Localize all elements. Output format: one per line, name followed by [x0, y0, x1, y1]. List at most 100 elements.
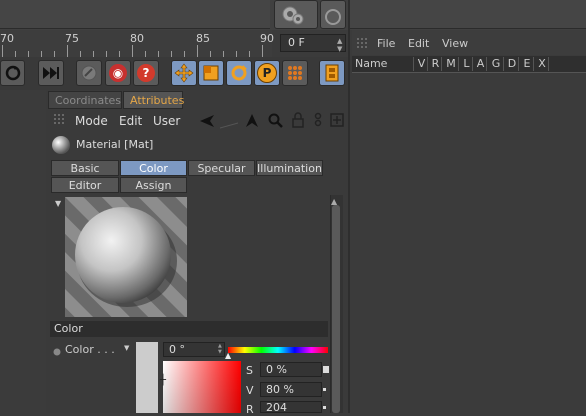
- menu-edit[interactable]: Edit: [119, 114, 142, 128]
- column-e[interactable]: E: [521, 57, 534, 71]
- scale-icon: [203, 65, 219, 81]
- column-a[interactable]: A: [475, 57, 487, 71]
- timeline-tick: [197, 45, 198, 57]
- s-label: S: [246, 364, 253, 377]
- lock-icon[interactable]: [291, 112, 305, 131]
- tick-label: 80: [130, 32, 144, 45]
- editor-button[interactable]: Editor: [51, 177, 119, 193]
- gears-icon: [282, 6, 304, 25]
- goto-end-icon: [43, 67, 59, 79]
- manager-menu-view[interactable]: View: [442, 37, 468, 50]
- r-field[interactable]: 204: [260, 401, 322, 413]
- layout-refresh-button[interactable]: [320, 0, 346, 29]
- tick-label: 75: [65, 32, 79, 45]
- timeline-tick: [262, 45, 263, 57]
- illumination-button[interactable]: Illumination: [256, 160, 323, 176]
- loop-icon: [5, 65, 20, 81]
- goto-end-button[interactable]: [38, 60, 64, 86]
- column-m[interactable]: M: [444, 57, 459, 71]
- left-side-panel: [0, 90, 47, 413]
- panel-divider[interactable]: [348, 0, 350, 413]
- hue-stepper-icon[interactable]: ▲ ▼: [218, 343, 222, 355]
- color-mode-arrow-icon[interactable]: ▼: [124, 344, 129, 352]
- render-view-button[interactable]: [319, 60, 345, 86]
- autokey-button[interactable]: ◉: [105, 60, 131, 86]
- link-icon[interactable]: [313, 112, 323, 131]
- column-v[interactable]: V: [416, 57, 428, 71]
- scale-tool-button[interactable]: [198, 60, 224, 86]
- grip-icon[interactable]: [53, 113, 67, 130]
- timeline-tick: [67, 45, 68, 57]
- column-d[interactable]: D: [506, 57, 519, 71]
- material-title: Material [Mat]: [76, 138, 154, 151]
- picker-crosshair-icon[interactable]: ┼: [160, 375, 166, 386]
- record-disabled-button[interactable]: [76, 60, 102, 86]
- basic-button[interactable]: Basic: [51, 160, 119, 176]
- tab-coordinates[interactable]: Coordinates: [48, 91, 122, 109]
- tick-label: 85: [196, 32, 210, 45]
- points-mode-button[interactable]: [282, 60, 308, 86]
- rotate-tool-button[interactable]: [226, 60, 252, 86]
- new-panel-icon[interactable]: [330, 113, 344, 130]
- animation-dot-icon[interactable]: [53, 346, 61, 359]
- column-g[interactable]: G: [489, 57, 504, 71]
- assign-button[interactable]: Assign: [120, 177, 187, 193]
- specular-button[interactable]: Specular: [188, 160, 255, 176]
- v-field[interactable]: 80 %: [260, 382, 322, 397]
- timeline-tick: [132, 45, 133, 57]
- timeline-tick: [2, 45, 3, 57]
- color-section-header[interactable]: Color: [50, 321, 328, 337]
- manager-header: [350, 0, 586, 29]
- color-button[interactable]: Color: [120, 160, 187, 176]
- menu-user[interactable]: User: [153, 114, 180, 128]
- v-label: V: [246, 384, 254, 397]
- column-x[interactable]: X: [536, 57, 549, 71]
- help-button[interactable]: ?: [133, 60, 159, 86]
- material-preview[interactable]: [65, 197, 187, 317]
- tick-label: 70: [0, 32, 14, 45]
- preview-menu-arrow-icon[interactable]: ▼: [55, 199, 61, 208]
- p-icon: P: [257, 63, 277, 83]
- layout-icons: [272, 0, 347, 30]
- object-mode-button[interactable]: P: [254, 60, 280, 86]
- move-tool-button[interactable]: [171, 60, 197, 86]
- s-slider-handle[interactable]: [323, 366, 329, 373]
- color-swatch[interactable]: [136, 342, 158, 413]
- v-slider-handle[interactable]: [323, 388, 326, 391]
- rotate-icon: [231, 65, 247, 81]
- manager-grip-icon[interactable]: [356, 37, 370, 54]
- manager-menu-edit[interactable]: Edit: [408, 37, 429, 50]
- key-icon: [81, 65, 97, 81]
- scroll-thumb[interactable]: [332, 205, 340, 413]
- viewport-header: [0, 0, 270, 29]
- saturation-value-picker[interactable]: [163, 361, 241, 413]
- s-field[interactable]: 0 %: [260, 362, 322, 377]
- divider-line-icon: [219, 120, 240, 133]
- r-slider-handle[interactable]: [323, 406, 326, 409]
- column-r[interactable]: R: [430, 57, 442, 71]
- hue-field[interactable]: 0 °: [163, 342, 225, 357]
- search-icon[interactable]: [268, 113, 284, 132]
- menu-mode[interactable]: Mode: [75, 114, 108, 128]
- tick-label: 90: [260, 32, 274, 45]
- r-label: R: [246, 403, 254, 416]
- film-icon: [325, 64, 339, 82]
- stepper-arrows-icon[interactable]: ▲ ▼: [337, 37, 342, 53]
- material-icon: [50, 134, 72, 159]
- up-arrow-icon[interactable]: [244, 113, 260, 132]
- timeline-ruler[interactable]: 70 75 80 85 90: [0, 30, 274, 57]
- hue-slider[interactable]: [228, 347, 328, 353]
- hue-slider-handle-icon[interactable]: ▲: [225, 351, 231, 360]
- help-icon: ?: [137, 64, 155, 82]
- color-label: Color . . .: [65, 343, 115, 356]
- record-icon: ◉: [109, 64, 127, 82]
- column-name[interactable]: Name: [355, 57, 414, 71]
- tab-attributes[interactable]: Attributes: [123, 91, 184, 109]
- move-icon: [174, 63, 194, 83]
- goto-start-button[interactable]: [0, 60, 25, 86]
- layout-switch-button[interactable]: [274, 0, 318, 29]
- manager-menu-file[interactable]: File: [377, 37, 395, 50]
- back-arrow-icon[interactable]: [200, 114, 220, 131]
- points-icon: [288, 66, 302, 80]
- column-l[interactable]: L: [461, 57, 473, 71]
